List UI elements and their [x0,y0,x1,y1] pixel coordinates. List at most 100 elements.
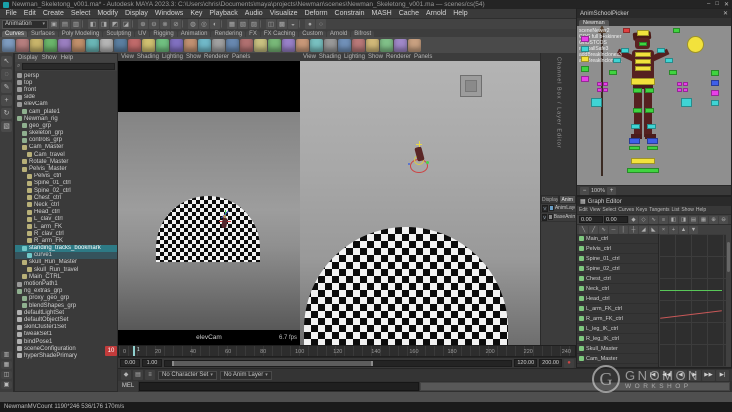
viewport-menu-shading[interactable]: Shading [137,54,159,60]
status-line-icon[interactable]: ◍ [188,19,198,29]
graph-vertical-scrollbar[interactable] [726,234,731,367]
menu-mash[interactable]: MASH [368,10,395,17]
graph-tool-icon-7[interactable]: ▦ [699,216,708,224]
minimize-button[interactable]: – [707,1,710,8]
shelf-tool-icon-26[interactable] [366,39,379,52]
shelf-tool-icon-1[interactable] [16,39,29,52]
picker-button[interactable] [635,52,651,57]
shelf-tool-icon-27[interactable] [380,39,393,52]
shelf-tool-icon-28[interactable] [394,39,407,52]
picker-button[interactable] [711,70,719,76]
status-line-icon[interactable]: ⊘ [171,19,181,29]
picker-button[interactable] [633,108,642,113]
graph-channel-row[interactable]: Spine_01_ctrl [577,254,658,264]
shelf-tool-icon-9[interactable] [128,39,141,52]
anim-layer-dropdown[interactable]: No Anim Layer ▾ [220,371,272,380]
viewport-menu-show[interactable]: Show [186,54,201,60]
outliner-item[interactable]: Spine_02_ctrl [15,187,117,194]
layer-color-swatch[interactable] [549,205,554,211]
command-input[interactable] [139,382,419,391]
menu-audio[interactable]: Audio [241,10,266,17]
menu-windows[interactable]: Windows [151,10,186,17]
shelf-tool-icon-11[interactable] [156,39,169,52]
menu-select[interactable]: Select [67,10,93,17]
outliner-item[interactable]: bindPose1 [15,338,117,345]
outliner-item[interactable]: Main_CTRL [15,273,117,280]
outliner-item[interactable]: rig_extras_grp [15,288,117,295]
status-line-icon[interactable]: ◩ [110,19,120,29]
picker-button[interactable] [645,88,654,93]
picker-button[interactable] [597,82,602,86]
scale-tool[interactable]: ▧ [1,121,12,132]
tangent-tool-icon-3[interactable]: ─ [609,226,618,234]
outliner-item[interactable]: Pelvis_ctrl [15,173,117,180]
scrollbar-thumb[interactable] [727,242,730,272]
shelf-tool-icon-15[interactable] [212,39,225,52]
picker-button[interactable] [681,98,692,107]
outliner-item[interactable]: standing_tracks_bookmark [15,245,117,252]
picker-button[interactable] [603,88,608,92]
channel-box-vertical-tab[interactable]: Channel Box / Layer Editor [556,57,562,195]
outliner-item[interactable]: blendShapes_grp [15,302,117,309]
shelf-tool-icon-13[interactable] [184,39,197,52]
control-dot-green[interactable] [426,161,429,164]
menu-edit[interactable]: Edit [20,10,39,17]
picker-button[interactable] [629,138,640,144]
transport-button-1[interactable]: ◀◀ [660,370,673,381]
layer-color-swatch[interactable] [548,214,553,220]
transport-button-3[interactable]: ▶ [688,370,701,381]
status-line-icon[interactable]: ⊗ [160,19,170,29]
transport-button-2[interactable]: ◀ [674,370,687,381]
paint-select-tool[interactable]: ✎ [1,82,12,93]
status-line-icon[interactable]: ◪ [121,19,131,29]
playback-start-field[interactable]: 1.00 [142,359,162,367]
anim-curve-red[interactable] [660,310,721,319]
transport-button-0[interactable]: |◀ [646,370,659,381]
picker-zoom-out-button[interactable]: − [580,187,589,195]
outliner-item[interactable]: elevCam [15,101,117,108]
graph-menu-list[interactable]: List [672,207,680,213]
outliner-item[interactable]: curve1 [15,252,117,259]
picker-button[interactable] [581,76,589,82]
picker-button[interactable] [631,124,640,129]
shelf-tool-icon-23[interactable] [324,39,337,52]
graph-channel-row[interactable]: Neck_ctrl [577,284,658,294]
outliner-item[interactable]: persp [15,72,117,79]
picker-button[interactable] [581,36,589,42]
picker-button[interactable] [645,108,654,113]
menuset-dropdown[interactable]: Animation ▾ [2,20,48,29]
viewport-menu-shading[interactable]: Shading [319,54,341,60]
outliner-menu-display[interactable]: Display [18,55,38,61]
tangent-tool-icon-4[interactable]: │ [619,226,628,234]
menu-cache[interactable]: Cache [395,10,422,17]
graph-channel-row[interactable]: Spine_02_ctrl [577,264,658,274]
picker-button[interactable] [635,59,651,64]
graph-tool-icon-4[interactable]: ◧ [669,216,678,224]
graph-tool-icon-1[interactable]: ◇ [639,216,648,224]
shelf-tool-icon-7[interactable] [100,39,113,52]
shelf-tool-icon-21[interactable] [296,39,309,52]
picker-button[interactable] [633,88,642,93]
outliner-item[interactable]: tweakSet1 [15,331,117,338]
outliner-item[interactable]: Rotate_Master [15,158,117,165]
shelf-tool-icon-19[interactable] [268,39,281,52]
graph-menu-view[interactable]: View [590,207,601,213]
tangent-tool-icon-7[interactable]: ◣ [649,226,658,234]
graph-menu-help[interactable]: Help [696,207,706,213]
move-tool[interactable]: + [1,95,12,106]
shelf-tool-icon-4[interactable] [58,39,71,52]
lasso-tool[interactable]: ◌ [1,69,12,80]
outliner-item[interactable]: skull_Run_Master [15,259,117,266]
layout-shortcut-1[interactable]: ▦ [1,361,12,369]
playback-end-field[interactable]: 120.00 [514,359,537,367]
viewport-menu-renderer[interactable]: Renderer [386,54,411,60]
outliner-item[interactable]: Neck_ctrl [15,201,117,208]
outliner-menu-help[interactable]: Help [61,55,73,61]
status-line-icon[interactable]: ◧ [88,19,98,29]
layer-row[interactable]: VBaseAnimation [541,213,576,222]
outliner-menu-show[interactable]: Show [42,55,57,61]
viewport-menu-view[interactable]: View [121,54,134,60]
shelf-tool-icon-12[interactable] [170,39,183,52]
graph-tool-icon-8[interactable]: ⊕ [709,216,718,224]
viewport-persp[interactable]: ViewShadingLightingShowRendererPanels [300,53,540,345]
